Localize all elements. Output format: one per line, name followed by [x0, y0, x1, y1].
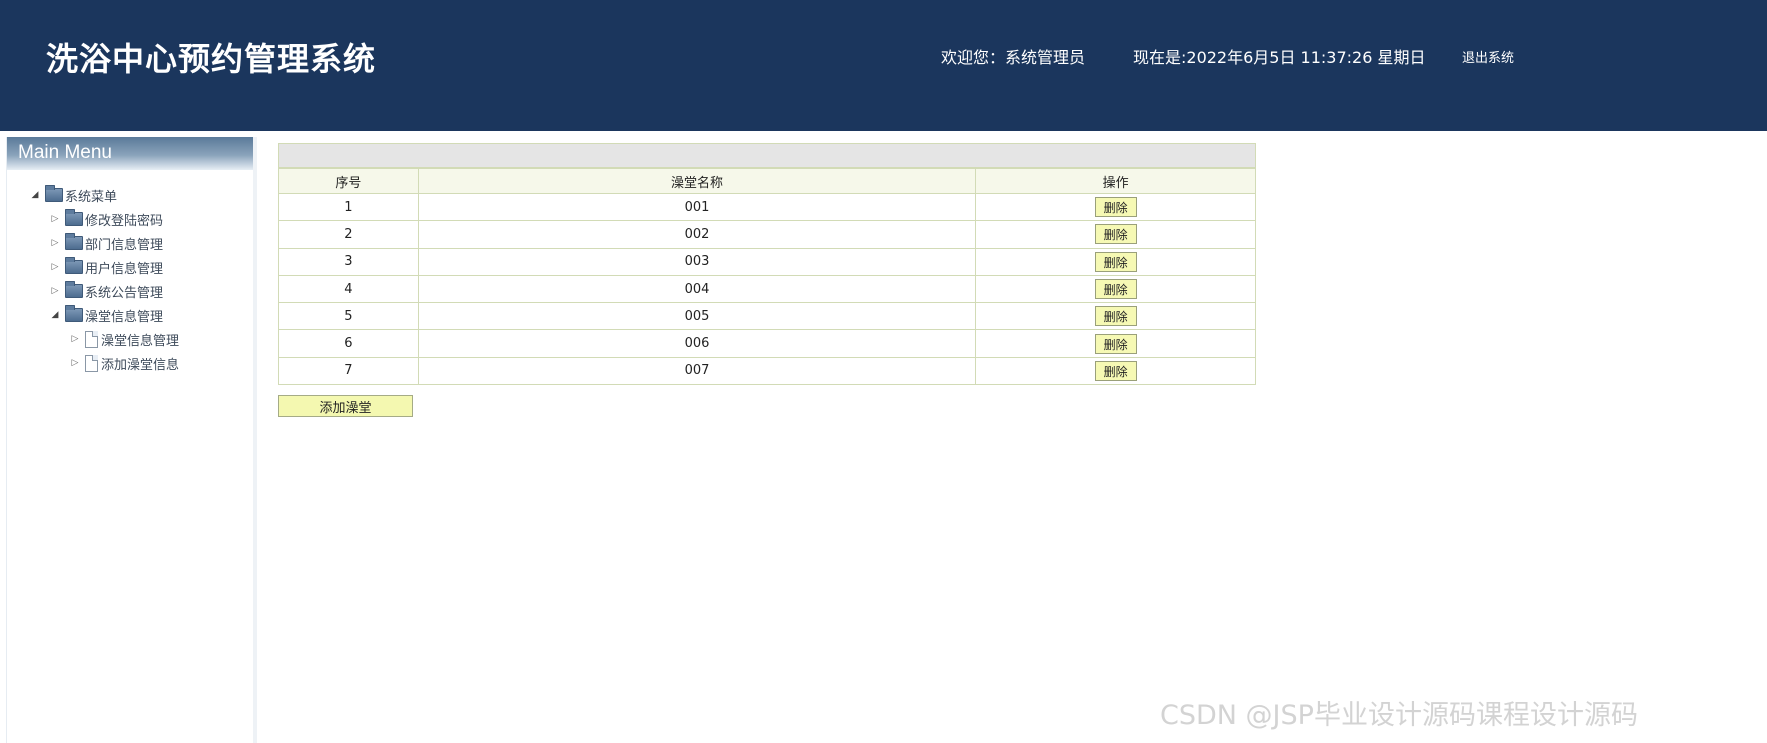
tree-root[interactable]: ◢ 系统菜单: [29, 184, 117, 206]
cell-name: 002: [417, 220, 977, 249]
delete-button[interactable]: 删除: [1094, 251, 1137, 272]
file-icon: [85, 354, 98, 372]
tree-root-label: 系统菜单: [65, 189, 118, 205]
delete-button[interactable]: 删除: [1094, 224, 1137, 245]
cell-index: 5: [278, 302, 419, 331]
sidebar-title: Main Menu: [7, 137, 253, 170]
bathhouse-table: 序号 澡堂名称 操作 1 001 删除 2 002 删除 3 003 删除 4 …: [278, 168, 1256, 386]
col-header-action: 操作: [975, 168, 1256, 194]
sidebar-item-change-password[interactable]: ▷ 修改登陆密码: [49, 208, 163, 230]
delete-button[interactable]: 删除: [1094, 306, 1137, 327]
cell-index: 2: [278, 220, 419, 249]
add-bathhouse-button[interactable]: 添加澡堂: [278, 395, 413, 418]
sidebar-item-label: 部门信息管理: [85, 237, 164, 253]
sidebar-item-users[interactable]: ▷ 用户信息管理: [49, 256, 163, 278]
sidebar-item-label: 澡堂信息管理: [85, 309, 164, 325]
expand-down-icon[interactable]: ◢: [29, 190, 41, 200]
sidebar: Main Menu ◢ 系统菜单 ▷ 修改登陆密码 ▷ 部门信息管理 ▷ 用户信…: [6, 137, 257, 743]
sidebar-item-label: 系统公告管理: [85, 285, 164, 301]
cell-action: 删除: [975, 192, 1256, 222]
grid-toolbar: [278, 143, 1256, 168]
main-content: 序号 澡堂名称 操作 1 001 删除 2 002 删除 3 003 删除 4 …: [278, 143, 1256, 418]
delete-button[interactable]: 删除: [1094, 360, 1137, 381]
table-row: 4 004 删除: [278, 274, 1256, 304]
col-header-index: 序号: [278, 168, 419, 194]
sidebar-subitem-add-bathhouse[interactable]: ▷ 添加澡堂信息: [69, 352, 179, 374]
cell-action: 删除: [975, 356, 1256, 386]
cell-name: 001: [417, 192, 977, 222]
cell-index: 1: [278, 192, 419, 222]
sidebar-item-label: 用户信息管理: [85, 261, 164, 277]
app-header: 洗浴中心预约管理系统 欢迎您：系统管理员 现在是:2022年6月5日 11:37…: [0, 0, 1767, 131]
cell-index: 6: [278, 329, 419, 358]
folder-icon: [65, 281, 83, 298]
sidebar-subitem-bathhouse-list[interactable]: ▷ 澡堂信息管理: [69, 328, 179, 350]
expand-right-icon: ▷: [71, 358, 79, 368]
cell-index: 7: [278, 356, 419, 386]
delete-button[interactable]: 删除: [1094, 279, 1137, 300]
expand-right-icon[interactable]: ▷: [49, 238, 61, 248]
sidebar-item-label: 修改登陆密码: [85, 213, 164, 229]
cell-action: 删除: [975, 302, 1256, 331]
welcome-text: 欢迎您：系统管理员: [941, 48, 1086, 67]
cell-action: 删除: [975, 247, 1256, 276]
watermark: CSDN @JSP毕业设计源码课程设计源码: [1160, 700, 1638, 731]
table-row: 5 005 删除: [278, 302, 1256, 331]
table-row: 1 001 删除: [278, 192, 1256, 222]
table-row: 2 002 删除: [278, 220, 1256, 249]
sidebar-item-announcements[interactable]: ▷ 系统公告管理: [49, 280, 163, 302]
file-icon: [85, 330, 98, 348]
sidebar-subitem-label: 澡堂信息管理: [101, 333, 180, 349]
expand-right-icon: ▷: [71, 334, 79, 344]
cell-action: 删除: [975, 220, 1256, 249]
sidebar-item-departments[interactable]: ▷ 部门信息管理: [49, 232, 163, 254]
sidebar-subitem-label: 添加澡堂信息: [101, 357, 180, 373]
delete-button[interactable]: 删除: [1094, 333, 1137, 354]
cell-name: 004: [417, 274, 977, 304]
current-datetime: 现在是:2022年6月5日 11:37:26 星期日: [1133, 48, 1426, 67]
table-header-row: 序号 澡堂名称 操作: [278, 168, 1256, 194]
table-row: 7 007 删除: [278, 356, 1256, 386]
cell-index: 3: [278, 247, 419, 276]
table-row: 6 006 删除: [278, 329, 1256, 358]
table-row: 3 003 删除: [278, 247, 1256, 276]
cell-name: 007: [417, 356, 977, 386]
col-header-name: 澡堂名称: [417, 168, 977, 194]
cell-name: 003: [417, 247, 977, 276]
folder-icon: [45, 185, 63, 202]
cell-index: 4: [278, 274, 419, 304]
delete-button[interactable]: 删除: [1094, 197, 1137, 218]
logout-link[interactable]: 退出系统: [1462, 47, 1514, 66]
expand-down-icon[interactable]: ◢: [49, 310, 61, 320]
cell-name: 005: [417, 302, 977, 331]
cell-name: 006: [417, 329, 977, 358]
folder-icon: [65, 209, 83, 226]
expand-right-icon[interactable]: ▷: [49, 214, 61, 224]
folder-icon: [65, 305, 83, 322]
folder-icon: [65, 257, 83, 274]
cell-action: 删除: [975, 329, 1256, 358]
expand-right-icon[interactable]: ▷: [49, 286, 61, 296]
app-title: 洗浴中心预约管理系统: [46, 40, 377, 78]
folder-icon: [65, 233, 83, 250]
expand-right-icon[interactable]: ▷: [49, 262, 61, 272]
cell-action: 删除: [975, 274, 1256, 304]
sidebar-item-bathhouses[interactable]: ◢ 澡堂信息管理: [49, 304, 163, 326]
